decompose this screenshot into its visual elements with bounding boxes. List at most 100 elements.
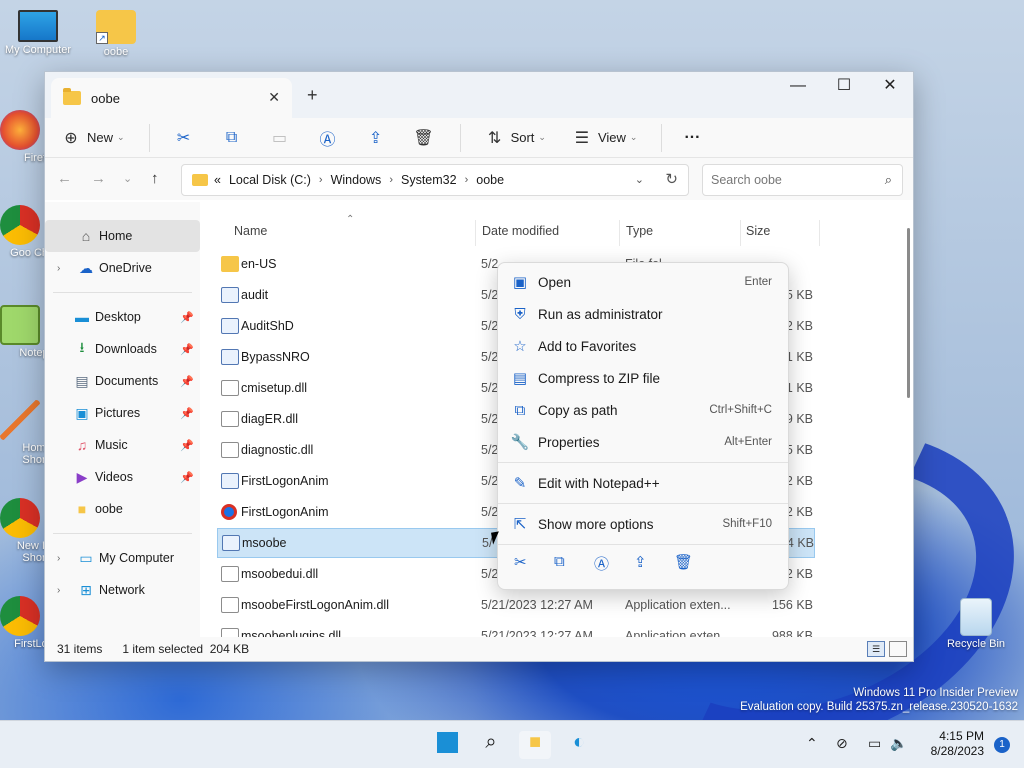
recent-chevron-icon[interactable]: ⌄ [123, 172, 132, 185]
forward-arrow-icon[interactable]: → [91, 170, 106, 187]
context-menu-item-open[interactable]: ▣ Open Enter [502, 267, 784, 297]
maximize-button[interactable]: ☐ [821, 72, 867, 102]
monitor-icon: ▭ [79, 549, 93, 566]
tab-oobe[interactable]: oobe ✕ [51, 78, 292, 118]
new-button[interactable]: ⊕ New ⌄ [59, 128, 124, 148]
pin-icon[interactable]: 📌 [180, 471, 194, 484]
context-menu-item-compress-to-zip-file[interactable]: ▤ Compress to ZIP file [502, 363, 784, 393]
close-button[interactable]: ✕ [867, 72, 913, 102]
breadcrumb-oobe[interactable]: oobe [476, 173, 504, 187]
sidebar-item-network[interactable]: › ⊞ Network [45, 574, 200, 606]
context-menu-item-edit-with-notepad[interactable]: ✎ Edit with Notepad++ [502, 468, 784, 498]
paste-button[interactable]: ▭ [268, 128, 292, 148]
desktop-icon-label: My Computer [4, 44, 72, 56]
tiles-view-icon[interactable] [889, 641, 907, 657]
pin-icon[interactable]: 📌 [180, 439, 194, 452]
rename-button[interactable]: Ⓐ [316, 126, 340, 150]
expand-chevron-icon[interactable]: › [57, 585, 60, 596]
desktop-icon-recycle-bin[interactable]: Recycle Bin [938, 598, 1014, 650]
new-tab-button[interactable]: + [307, 85, 318, 106]
column-divider[interactable] [740, 220, 741, 246]
sidebar-item-pictures[interactable]: ▣ Pictures 📌 [45, 397, 200, 429]
sidebar-item-label: Downloads [95, 342, 157, 356]
expand-chevron-icon[interactable]: › [57, 553, 60, 564]
desktop-icon-oobe[interactable]: ↗ oobe [78, 10, 154, 58]
column-divider[interactable] [819, 220, 820, 246]
taskbar-edge[interactable]: ◐ [563, 731, 595, 759]
tab-close-icon[interactable]: ✕ [268, 89, 280, 106]
pin-icon[interactable]: 📌 [180, 407, 194, 420]
address-bar[interactable]: « Local Disk (C:) › Windows › System32 ›… [181, 164, 689, 196]
scissors-icon[interactable]: ✂ [510, 553, 550, 574]
sidebar-item-label: Home [99, 229, 133, 243]
context-menu-item-run-as-administrator[interactable]: ⛨ Run as administrator [502, 299, 784, 329]
table-row[interactable]: msoobeplugins.dll 5/21/2023 12:27 AM Appli… [217, 621, 815, 637]
taskbar-file-explorer[interactable]: ■ [519, 731, 551, 759]
trash-icon[interactable]: 🗑 [670, 553, 710, 574]
sidebar-item-videos[interactable]: ▶ Videos 📌 [45, 461, 200, 493]
notification-badge[interactable]: 1 [994, 737, 1010, 753]
pin-icon[interactable]: 📌 [180, 375, 194, 388]
breadcrumb-system32[interactable]: System32 [401, 173, 457, 187]
sidebar-item-desktop[interactable]: ▬ Desktop 📌 [45, 301, 200, 333]
volume-icon[interactable]: 🔈 [890, 735, 907, 752]
back-arrow-icon[interactable]: ← [57, 170, 72, 187]
column-divider[interactable] [475, 220, 476, 246]
sidebar-item-music[interactable]: ♫ Music 📌 [45, 429, 200, 461]
home-icon: ⌂ [81, 228, 91, 244]
up-arrow-icon[interactable]: ↑ [151, 170, 159, 187]
context-menu-item-show-more-options[interactable]: ⇱ Show more options Shift+F10 [502, 509, 784, 539]
breadcrumb-windows[interactable]: Windows [331, 173, 382, 187]
breadcrumb-overflow[interactable]: « [214, 173, 221, 187]
sidebar-item-oobe[interactable]: ■ oobe [45, 493, 200, 525]
share-button[interactable]: ⇪ [364, 128, 388, 148]
column-header-name[interactable]: Name [234, 224, 267, 238]
pin-icon[interactable]: 📌 [180, 311, 194, 324]
shortcut-arrow-icon: ↗ [96, 32, 108, 44]
context-menu-item-copy-as-path[interactable]: ⧉ Copy as path Ctrl+Shift+C [502, 395, 784, 425]
context-menu-item-add-to-favorites[interactable]: ☆ Add to Favorites [502, 331, 784, 361]
details-view-icon[interactable]: ☰ [867, 641, 885, 657]
delete-button[interactable]: 🗑 [412, 128, 436, 148]
picture-icon: ▣ [75, 404, 89, 421]
copy-icon[interactable]: ⧉ [550, 553, 590, 574]
search-input[interactable]: Search oobe ⌕ [702, 164, 903, 196]
column-header-size[interactable]: Size [746, 224, 770, 238]
table-row[interactable]: msoobeFirstLogonAnim.dll 5/21/2023 12:27 … [217, 590, 815, 620]
copy-button[interactable]: ⧉ [220, 129, 244, 147]
chevron-down-icon[interactable]: ⌄ [635, 173, 644, 186]
more-options-button[interactable]: ··· [684, 129, 700, 147]
sidebar-item-onedrive[interactable]: › ☁ OneDrive [45, 252, 200, 284]
view-button[interactable]: ☰ View ⌄ [570, 128, 638, 148]
sidebar-item-my-computer[interactable]: › ▭ My Computer [45, 542, 200, 574]
expand-chevron-icon[interactable]: › [57, 263, 60, 274]
context-menu-item-properties[interactable]: 🔧 Properties Alt+Enter [502, 427, 784, 457]
sort-button[interactable]: ⇅ Sort ⌄ [483, 128, 546, 148]
pin-icon[interactable]: 📌 [180, 343, 194, 356]
system-clock[interactable]: 4:15 PM 8/28/2023 [931, 729, 984, 759]
desktop-icon-my-computer[interactable]: My Computer [0, 10, 76, 56]
cell-size: 156 KB [771, 598, 813, 612]
rename-icon[interactable]: Ⓐ [590, 553, 630, 574]
sidebar-item-downloads[interactable]: ⭳ Downloads 📌 [45, 333, 200, 365]
sidebar-item-home[interactable]: ⌂ Home [45, 220, 200, 252]
sidebar-item-documents[interactable]: ▤ Documents 📌 [45, 365, 200, 397]
vertical-scrollbar[interactable] [905, 202, 911, 637]
cut-button[interactable]: ✂ [172, 128, 196, 148]
column-divider[interactable] [619, 220, 620, 246]
display-icon[interactable]: ▭ [868, 735, 881, 752]
minimize-button[interactable]: — [775, 72, 821, 102]
chevron-up-icon[interactable]: ⌃ [806, 735, 818, 752]
dll-file-icon [221, 380, 239, 396]
refresh-icon[interactable]: ↻ [665, 170, 678, 188]
scrollbar-thumb[interactable] [907, 228, 910, 398]
notepad-icon: ✎ [513, 475, 527, 492]
breadcrumb-local-disk[interactable]: Local Disk (C:) [229, 173, 311, 187]
sidebar-item-label: OneDrive [99, 261, 152, 275]
share-icon[interactable]: ⇪ [630, 553, 670, 574]
start-button[interactable] [431, 731, 463, 759]
network-offline-icon[interactable]: ⊘ [836, 735, 848, 752]
column-header-date[interactable]: Date modified [482, 224, 559, 238]
column-header-type[interactable]: Type [626, 224, 653, 238]
search-button[interactable]: ⌕ [475, 731, 507, 759]
